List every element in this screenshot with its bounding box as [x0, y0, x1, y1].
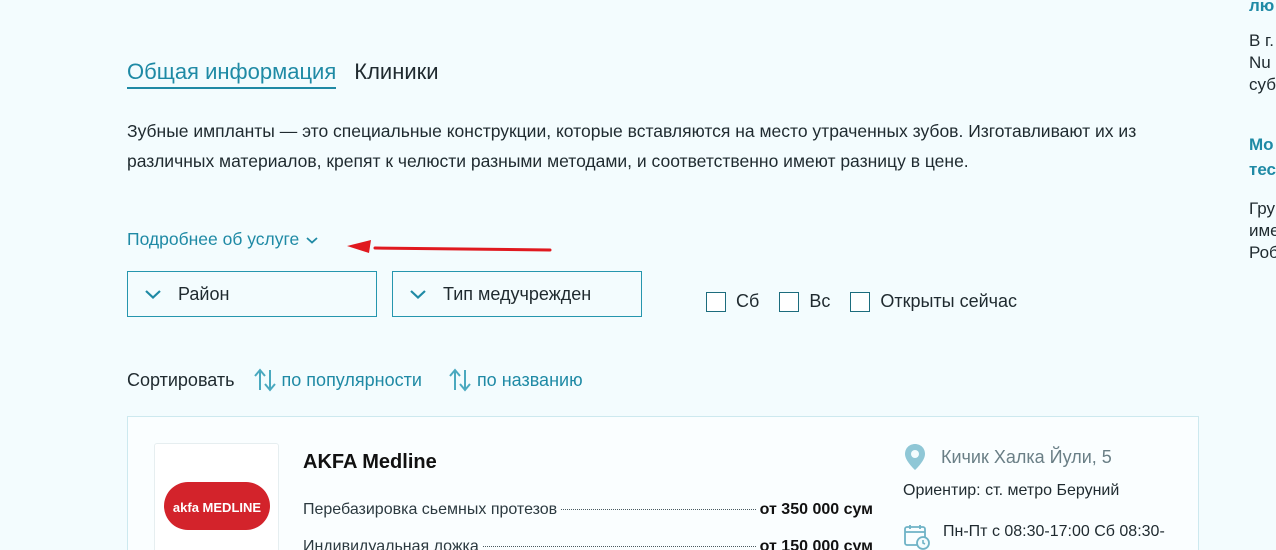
calendar-clock-icon [904, 525, 930, 550]
side-text: Роб [1249, 243, 1276, 262]
price-leader [561, 509, 756, 510]
clinic-address[interactable]: Кичик Халка Йули, 5 [904, 443, 1112, 471]
clinic-hours: Пн-Пт с 08:30-17:00 Сб 08:30- [903, 523, 1165, 550]
chevron-down-icon [393, 288, 443, 300]
hours-text: Пн-Пт с 08:30-17:00 Сб 08:30- [943, 523, 1165, 540]
schedule-filters: Сб Вс Открыты сейчас [706, 291, 1037, 312]
checkbox-box[interactable] [706, 291, 726, 312]
akfa-medline-logo: akfa MEDLINE [163, 481, 270, 530]
service-price: от 350 000 сум [759, 501, 873, 518]
sort-option-label: по популярности [281, 369, 422, 390]
open-now-checkbox[interactable]: Открыты сейчас [850, 291, 1017, 312]
clinic-name[interactable]: AKFA Medline [303, 451, 437, 474]
map-pin-icon [905, 444, 925, 470]
side-text: Nu [1249, 53, 1271, 72]
sort-by-name[interactable]: по названию [448, 367, 583, 393]
side-heading[interactable]: Мо [1249, 134, 1274, 156]
sort-option-label: по названию [476, 369, 583, 390]
annotation-arrow-icon [347, 240, 552, 253]
checkbox-label: Вс [809, 291, 831, 311]
clinic-card[interactable]: akfa MEDLINE AKFA Medline Перебазировка … [127, 416, 1199, 550]
district-select-value: Район [178, 283, 230, 304]
price-row: Перебазировка сьемных протезов от 350 00… [303, 501, 873, 519]
checkbox-label: Открыты сейчас [880, 291, 1018, 311]
service-description: Зубные импланты — это специальные констр… [127, 121, 1137, 171]
chevron-down-icon [306, 236, 318, 244]
service-name: Индивидуальная ложка [303, 538, 479, 550]
institution-type-select[interactable]: Тип медучрежден [392, 271, 642, 317]
institution-type-value: Тип медучрежден [443, 283, 592, 304]
side-text: суб [1249, 75, 1276, 94]
sort-label: Сортировать [127, 369, 235, 390]
saturday-checkbox[interactable]: Сб [706, 291, 759, 312]
sort-arrows-icon [449, 368, 471, 392]
side-text: В г. [1249, 31, 1274, 50]
side-text: Гру [1249, 199, 1276, 218]
address-text: Кичик Халка Йули, 5 [941, 446, 1112, 467]
info-tabs: Общая информация Клиники [127, 58, 439, 89]
checkbox-box[interactable] [779, 291, 800, 312]
side-text: име [1249, 221, 1276, 240]
price-leader [482, 546, 756, 547]
tab-general-info[interactable]: Общая информация [127, 58, 337, 89]
sort-by-popularity[interactable]: по популярности [253, 367, 422, 393]
clinic-logo[interactable]: akfa MEDLINE [154, 443, 279, 550]
sunday-checkbox[interactable]: Вс [779, 291, 830, 312]
svg-text:akfa MEDLINE: akfa MEDLINE [172, 500, 260, 515]
service-page: Общая информация Клиники Зубные импланты… [0, 0, 1276, 550]
chevron-down-icon [128, 288, 178, 300]
side-heading[interactable]: тес [1249, 159, 1276, 181]
service-price: от 150 000 сум [759, 538, 873, 550]
district-select[interactable]: Район [127, 271, 377, 317]
checkbox-box[interactable] [850, 291, 871, 312]
sort-bar: Сортировать по популярности по названию [127, 367, 609, 393]
sort-arrows-icon [253, 368, 276, 392]
service-name: Перебазировка сьемных протезов [303, 501, 558, 518]
side-heading[interactable]: лю [1249, 0, 1274, 17]
more-about-service-link[interactable]: Подробнее об услуге [127, 229, 319, 250]
more-link-label: Подробнее об услуге [127, 229, 300, 249]
clinic-landmark: Ориентир: ст. метро Беруний [903, 482, 1120, 499]
checkbox-label: Сб [736, 291, 760, 311]
tab-clinics[interactable]: Клиники [354, 58, 438, 86]
price-row: Индивидуальная ложка от 150 000 сум [303, 538, 873, 550]
